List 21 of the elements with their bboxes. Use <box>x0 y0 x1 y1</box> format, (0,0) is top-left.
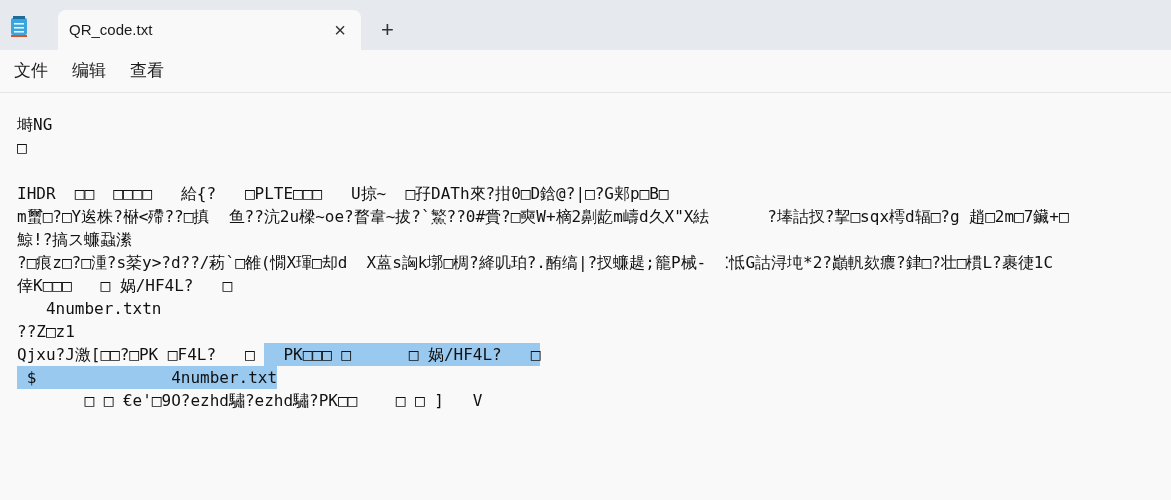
text-line: IHDR □□ □□□□ 給{? □PLTE□□□ U掠~ □孖DATh來?拑0□D鋡@?|□?G郏p□B□ <box>17 183 669 205</box>
selected-text: $ 4number.txt <box>17 366 278 389</box>
text-line: □ □ €e'□9O?ezhd驌?ezhd驌?PK□□ □ □ ] V <box>83 390 483 412</box>
text-line: 塒NG <box>17 114 53 136</box>
notepad-icon <box>10 16 28 38</box>
new-tab-button[interactable]: + <box>369 10 406 50</box>
text-line: 4number.txtn <box>44 298 162 320</box>
menu-item[interactable]: 查看 <box>120 54 174 88</box>
text-line: ??Z□z1 <box>17 321 75 343</box>
menu-item[interactable]: 文件 <box>4 54 58 88</box>
text-line: □ <box>17 137 27 159</box>
menu-item[interactable]: 编辑 <box>62 54 116 88</box>
text-line: Qjxu?J激[□□?□PK □F4L? □ <box>17 344 256 366</box>
text-line: m蠒□?□Y逘株?㮟<殢??□搷 鱼??沆2u樑~oe?瞀韋~拔?`鰵??0#賫?□奭W+樀2劓龁m嶹d久X"X紶 ?埲詁扠?挈□sqx樗d辐□?g 趙□2m□7鑶+□ <box>17 206 1069 228</box>
text-line: 倖K□□□ □ 娲/HF4L? □ <box>17 275 233 297</box>
selected-text: PK□□□ □ □ 娲/HF4L? □ <box>264 343 541 366</box>
close-button[interactable]: × <box>330 20 350 40</box>
text-line: ?□痕z□?□湩?s棻y>?d??/菞`□雒(憪X琿□却d X蒕s詾k墎□椆?絳叽珀?.酭缟|?扠蠊趧;籠P械- ⁚怟G詁浔坉*2?巓軓欬癑?銉□?壮□樌L?裹徢1C <box>17 252 1053 274</box>
tab-title: QR_code.txt <box>69 19 154 40</box>
text-line: 鯨!?搞ス蠊蝨潫 <box>17 229 133 251</box>
document-tab[interactable]: QR_code.txt × <box>58 10 361 50</box>
